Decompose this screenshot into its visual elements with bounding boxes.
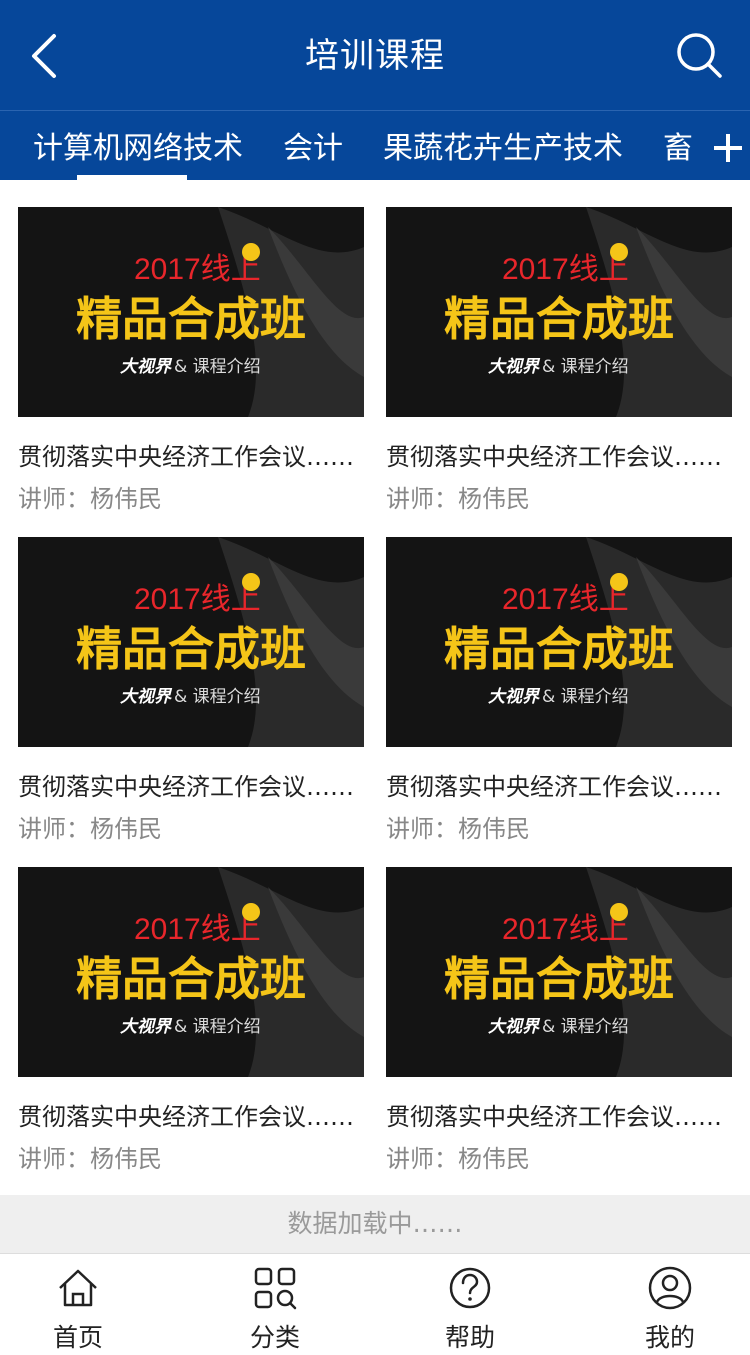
course-teacher: 讲师：杨伟民 [386,815,530,843]
tab-livestock[interactable]: 畜 [663,111,693,180]
user-icon [648,1266,692,1310]
course-title[interactable]: 贯彻落实中央经济工作会议…… [386,1097,750,1132]
thumbnail-subtitle: & 课程介绍 [174,1017,261,1037]
thumbnail-subtitle: & 课程介绍 [542,1017,629,1037]
plus-icon [714,134,742,162]
search-button[interactable] [674,30,726,82]
thumbnail-headline: 精品合成班 [76,622,306,676]
course-title[interactable]: 贯彻落实中央经济工作会议…… [386,437,750,472]
thumbnail-headline: 精品合成班 [444,292,674,346]
home-icon [59,1269,97,1307]
course-teacher: 讲师：杨伟民 [386,1145,530,1173]
course-thumbnail[interactable]: 2017线上 精品合成班 大视界 & 课程介绍 [386,537,732,747]
tab-computer-network[interactable]: 计算机网络技术 [33,111,243,180]
thumbnail-brand: 大视界 [488,357,541,377]
nav-mine-label: 我的 [644,1323,695,1352]
course-teacher: 讲师：杨伟民 [18,1145,162,1173]
course-thumbnail[interactable]: 2017线上 精品合成班 大视界 & 课程介绍 [386,207,732,417]
bottom-nav: 首页 分类 帮助 我的 [0,1253,750,1355]
loading-indicator: 数据加载中…… [0,1195,750,1253]
course-title[interactable]: 贯彻落实中央经济工作会议…… [386,767,750,802]
active-tab-indicator [77,175,187,180]
thumbnail-subtitle: & 课程介绍 [174,357,261,377]
course-thumbnail[interactable]: 2017线上 精品合成班 大视界 & 课程介绍 [386,867,732,1077]
nav-home-label: 首页 [52,1323,103,1352]
thumbnail-headline: 精品合成班 [444,622,674,676]
thumbnail-year-text: 2017线上 [502,253,629,286]
thumbnail-brand: 大视界 [488,687,541,707]
nav-home[interactable]: 首页 [18,1254,138,1355]
thumbnail-brand: 大视界 [488,1017,541,1037]
thumbnail-year-text: 2017线上 [134,583,261,616]
page-title: 培训课程 [305,36,445,76]
category-grid-icon [254,1267,297,1310]
course-teacher: 讲师：杨伟民 [18,485,162,513]
thumbnail-subtitle: & 课程介绍 [542,357,629,377]
nav-help[interactable]: 帮助 [410,1254,530,1355]
course-thumbnail[interactable]: 2017线上 精品合成班 大视界 & 课程介绍 [18,867,364,1077]
nav-category[interactable]: 分类 [215,1254,335,1355]
search-icon [677,33,722,78]
course-title[interactable]: 贯彻落实中央经济工作会议…… [18,437,382,472]
course-title[interactable]: 贯彻落实中央经济工作会议…… [18,767,382,802]
course-teacher: 讲师：杨伟民 [386,485,530,513]
thumbnail-brand: 大视界 [120,687,173,707]
thumbnail-headline: 精品合成班 [76,292,306,346]
course-thumbnail[interactable]: 2017线上 精品合成班 大视界 & 课程介绍 [18,207,364,417]
tab-accounting[interactable]: 会计 [283,111,343,180]
nav-help-label: 帮助 [444,1323,495,1352]
thumbnail-year-text: 2017线上 [134,913,261,946]
nav-mine[interactable]: 我的 [610,1254,730,1355]
app-header: 培训课程 [0,0,750,110]
tab-fruit-vegetable[interactable]: 果蔬花卉生产技术 [383,111,623,180]
help-icon [449,1267,491,1309]
thumbnail-subtitle: & 课程介绍 [174,687,261,707]
category-tabs: 计算机网络技术 会计 果蔬花卉生产技术 畜 [0,110,750,180]
thumbnail-year-text: 2017线上 [502,583,629,616]
thumbnail-year-text: 2017线上 [134,253,261,286]
thumbnail-headline: 精品合成班 [76,952,306,1006]
course-teacher: 讲师：杨伟民 [18,815,162,843]
course-title[interactable]: 贯彻落实中央经济工作会议…… [18,1097,382,1132]
thumbnail-year-text: 2017线上 [502,913,629,946]
thumbnail-brand: 大视界 [120,1017,173,1037]
add-tab-button[interactable] [692,111,750,180]
thumbnail-subtitle: & 课程介绍 [542,687,629,707]
nav-category-label: 分类 [249,1323,300,1352]
thumbnail-brand: 大视界 [120,357,173,377]
course-thumbnail[interactable]: 2017线上 精品合成班 大视界 & 课程介绍 [18,537,364,747]
thumbnail-headline: 精品合成班 [444,952,674,1006]
